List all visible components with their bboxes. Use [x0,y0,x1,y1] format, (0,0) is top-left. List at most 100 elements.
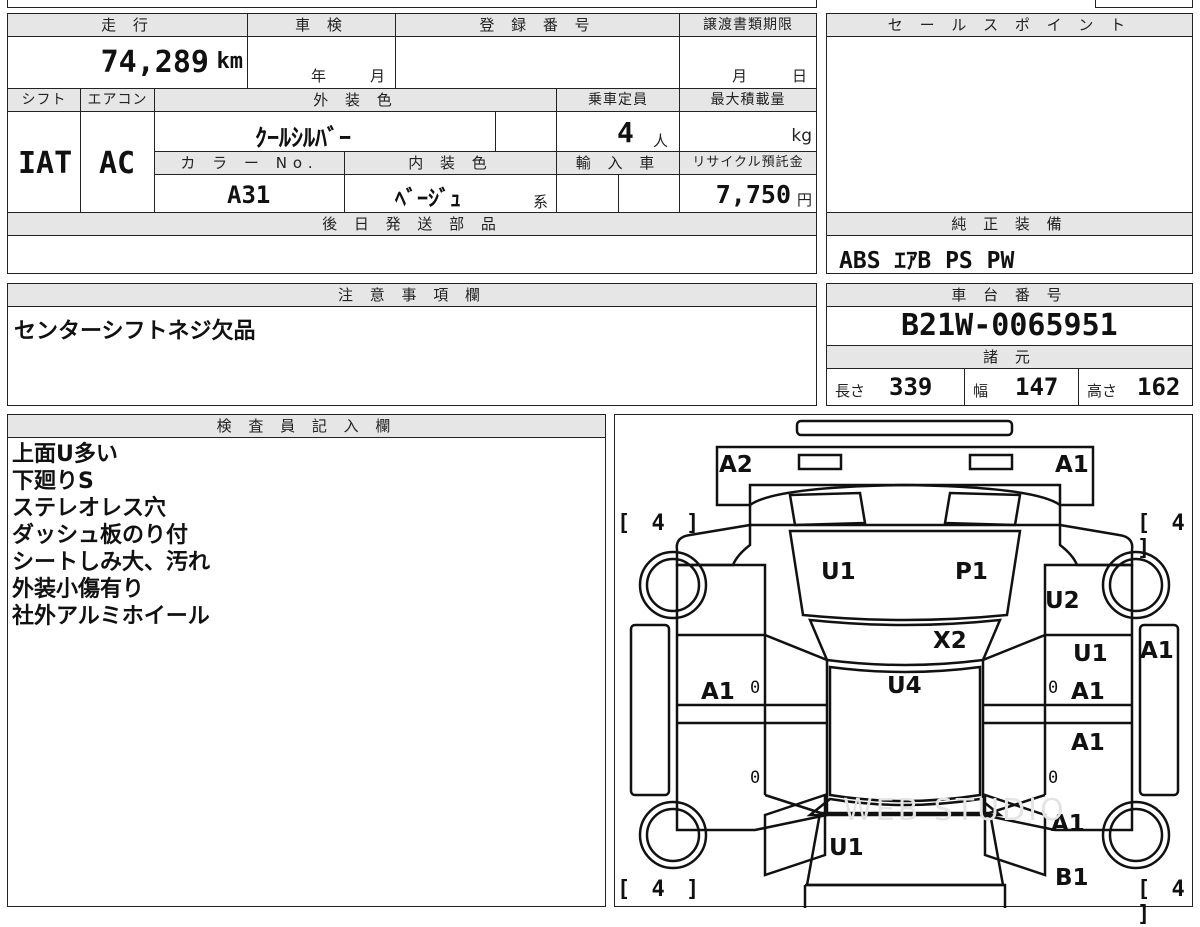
mark-roof: U4 [887,673,922,699]
genuine-equipment-header: 純 正 装 備 [826,212,1193,236]
mark-windshield: X2 [933,628,967,654]
aircon-cell: AC [80,111,155,213]
mark-hood-right: P1 [955,559,988,585]
mark-right-pillar: A1 [1140,638,1174,664]
import-cell-left [556,174,619,213]
inspection-header: 車 検 [247,13,396,37]
notes-cell: センターシフトネジ欠品 [7,306,817,406]
specs-length-label: 長さ [835,382,866,400]
tire-count-front-right: [ 4 ] [1137,511,1189,561]
mileage-unit: km [216,49,244,74]
mark-front-right-corner: A1 [1055,452,1089,478]
specs-height-cell: 高さ 162 [1078,368,1193,406]
door-marker: 0 [1048,678,1059,698]
specs-height-label: 高さ [1087,382,1118,400]
top-strip-right [1095,0,1193,8]
color-no-value: A31 [227,181,271,209]
mark-right-fender: U2 [1045,588,1080,614]
sales-point-cell [826,36,1193,213]
transfer-day-label: 日 [792,67,808,85]
capacity-unit: 人 [653,132,669,150]
inspector-line: 外装小傷有り [12,577,145,602]
inspector-cell: 上面U多い 下廻りS ステレオレス穴 ダッシュ板のり付 シートしみ大、汚れ 外装… [7,437,606,907]
interior-color-cell: ﾍﾞｰｼﾞｭ 系 [344,174,557,213]
mark-rear-right-bumper: B1 [1055,865,1089,891]
mileage-cell: 74,289 km [7,36,248,89]
specs-height-value: 162 [1137,373,1181,401]
capacity-cell: 4 人 [556,111,680,152]
door-marker: 0 [750,678,761,698]
inspection-month-label: 月 [370,67,386,85]
specs-width-cell: 幅 147 [964,368,1079,406]
inspection-cell: 年 月 [247,36,396,89]
registration-header: 登 録 番 号 [395,13,680,37]
door-marker: 0 [750,768,761,788]
mark-right-rear-door: A1 [1071,730,1105,756]
exterior-color-extra [495,111,557,152]
import-cell-right [618,174,680,213]
exterior-color-cell: ｸｰﾙｼﾙﾊﾞｰ [154,111,496,152]
chassis-header: 車 台 番 号 [826,283,1193,307]
shift-cell: IAT [7,111,81,213]
tire-count-rear-left: [ 4 ] [617,877,704,902]
color-no-header: カ ラ ー No. [154,151,345,175]
color-no-cell: A31 [154,174,345,213]
inspector-header: 検 査 員 記 入 欄 [7,414,606,438]
aircon-header: エアコン [80,88,155,112]
notes-value: センターシフトネジ欠品 [14,319,256,344]
mark-left-front-door: A1 [701,679,735,705]
tire-count-front-left: [ 4 ] [617,511,704,536]
interior-color-value: ﾍﾞｰｼﾞｭ [395,187,462,212]
shift-header: シフト [7,88,81,112]
interior-color-suffix: 系 [533,193,549,211]
mark-right-front-door: A1 [1071,679,1105,705]
specs-width-label: 幅 [973,382,989,400]
interior-color-header: 内 装 色 [344,151,557,175]
max-load-header: 最大積載量 [679,88,817,112]
mileage-header: 走 行 [7,13,248,37]
specs-header: 諸 元 [826,345,1193,369]
genuine-equipment-cell: ABS ｴｱB PS PW [826,235,1193,274]
recycle-header: リサイクル預託金 [679,151,817,175]
specs-length-cell: 長さ 339 [826,368,965,406]
max-load-unit: kg [791,126,812,146]
inspector-line: 下廻りS [12,469,94,494]
shift-value: IAT [18,146,73,181]
mark-hood-left: U1 [821,559,856,585]
aircon-value: AC [99,146,136,181]
inspection-year-label: 年 [311,67,327,85]
import-header: 輸 入 車 [556,151,680,175]
later-parts-header: 後 日 発 送 部 品 [7,212,817,236]
inspector-line: ダッシュ板のり付 [12,523,189,548]
inspector-line: ステレオレス穴 [12,496,167,521]
sales-point-header: セ ー ル ス ポ イ ン ト [826,13,1193,37]
exterior-color-value: ｸｰﾙｼﾙﾊﾞｰ [255,124,351,152]
recycle-value: 7,750 [715,180,791,209]
mark-front-left-corner: A2 [719,452,753,478]
transfer-month-label: 月 [732,67,748,85]
transfer-deadline-cell: 月 日 [679,36,817,89]
mark-right-front-door-top: U1 [1073,641,1108,667]
tire-count-rear-right: [ 4 ] [1137,877,1189,927]
genuine-equipment-value: ABS ｴｱB PS PW [839,248,1015,274]
car-diagram-panel: [ 4 ] [ 4 ] [ 4 ] [ 4 ] A2 A1 U1 P1 U2 X… [614,414,1193,927]
top-strip [7,0,817,8]
mileage-value: 74,289 [100,45,209,80]
registration-cell [395,36,680,89]
mark-rear-gate: U1 [829,835,864,861]
inspector-line: 社外アルミホイール [12,604,210,629]
door-marker: 0 [1048,768,1059,788]
later-parts-cell [7,235,817,274]
inspector-line: 上面U多い [12,442,118,467]
watermark: WEB STUDIO [843,793,1067,828]
max-load-cell: kg [679,111,817,152]
notes-header: 注 意 事 項 欄 [7,283,817,307]
capacity-header: 乗車定員 [556,88,680,112]
inspector-line: シートしみ大、汚れ [12,550,211,575]
recycle-unit: 円 [796,191,812,209]
capacity-value: 4 [617,116,634,149]
chassis-cell: B21W-0065951 [826,306,1193,346]
recycle-cell: 7,750 円 [679,174,817,213]
exterior-color-header: 外 装 色 [154,88,557,112]
transfer-deadline-header: 譲渡書類期限 [679,13,817,37]
